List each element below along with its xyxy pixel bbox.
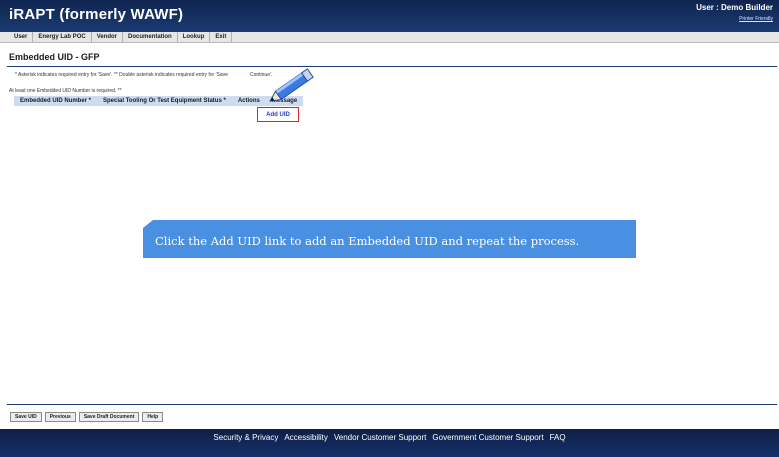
- title-divider: [7, 66, 777, 67]
- footer-link-vendor-support[interactable]: Vendor Customer Support: [334, 433, 427, 457]
- embedded-uid-table: Embedded UID Number * Special Tooling Or…: [14, 96, 304, 106]
- pencil-pointer-icon: [269, 68, 314, 102]
- help-button[interactable]: Help: [142, 412, 164, 422]
- page-title: Embedded UID - GFP: [9, 52, 100, 62]
- bottom-divider: [7, 404, 777, 405]
- footer-link-faq[interactable]: FAQ: [550, 433, 566, 457]
- save-uid-button[interactable]: Save UID: [10, 412, 42, 422]
- user-label: User : Demo Builder: [696, 3, 773, 12]
- footer-link-security-privacy[interactable]: Security & Privacy: [213, 433, 278, 457]
- add-uid-highlight: Add UID: [257, 107, 299, 122]
- tooltip-text: Click the Add UID link to add an Embedde…: [155, 234, 580, 248]
- uid-required-note: At least one Embedded UID Number is requ…: [9, 88, 122, 94]
- page-footer: Security & Privacy Accessibility Vendor …: [0, 429, 779, 457]
- menu-item-exit[interactable]: Exit: [210, 32, 233, 42]
- col-special-tooling-status: Special Tooling Or Test Equipment Status…: [97, 96, 232, 106]
- menu-item-energy-lab-poc[interactable]: Energy Lab POC: [33, 32, 92, 42]
- app-header: iRAPT (formerly WAWF) User : Demo Builde…: [0, 0, 779, 32]
- footer-link-accessibility[interactable]: Accessibility: [284, 433, 328, 457]
- menu-item-lookup[interactable]: Lookup: [178, 32, 211, 42]
- add-uid-link[interactable]: Add UID: [266, 112, 290, 118]
- save-draft-document-button[interactable]: Save Draft Document: [78, 412, 140, 422]
- menu-item-vendor[interactable]: Vendor: [92, 32, 124, 42]
- footer-links: Security & Privacy Accessibility Vendor …: [213, 433, 565, 457]
- footer-link-government-support[interactable]: Government Customer Support: [432, 433, 543, 457]
- menu-bar: User Energy Lab POC Vendor Documentation…: [0, 32, 779, 43]
- required-note-start: * Asterisk indicates required entry for …: [15, 72, 228, 78]
- menu-item-documentation[interactable]: Documentation: [123, 32, 178, 42]
- instruction-tooltip: Click the Add UID link to add an Embedde…: [143, 220, 636, 258]
- app-title: iRAPT (formerly WAWF): [9, 6, 184, 23]
- printer-friendly-link[interactable]: Printer Friendly: [739, 16, 773, 22]
- previous-button[interactable]: Previous: [44, 412, 76, 422]
- table-header-row: Embedded UID Number * Special Tooling Or…: [14, 96, 304, 106]
- action-button-row: Save UID Previous Save Draft Document He…: [10, 412, 164, 422]
- required-note: * Asterisk indicates required entry for …: [15, 72, 272, 78]
- col-embedded-uid-number: Embedded UID Number *: [14, 96, 98, 106]
- menu-item-user[interactable]: User: [9, 32, 34, 42]
- col-actions: Actions: [231, 96, 266, 106]
